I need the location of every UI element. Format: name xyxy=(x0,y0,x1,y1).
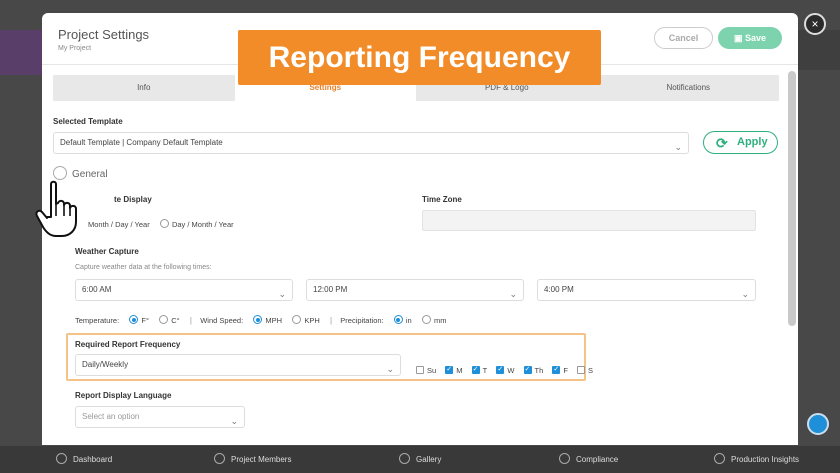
day-s-checkbox[interactable] xyxy=(577,366,586,374)
chevron-down-icon: ⌄ xyxy=(230,416,238,426)
save-button[interactable]: ▣ Save xyxy=(718,27,782,49)
weather-capture-label: Weather Capture xyxy=(75,247,139,256)
weather-time-1-value: 6:00 AM xyxy=(82,285,112,294)
temp-c-label: C° xyxy=(171,316,180,325)
report-language-label: Report Display Language xyxy=(75,391,172,400)
divider: | xyxy=(189,316,192,325)
background-panel-right xyxy=(798,30,840,70)
report-language-placeholder: Select an option xyxy=(82,412,140,421)
report-days: Su M T W Th F S xyxy=(416,365,600,375)
wind-mph-label: MPH xyxy=(265,316,283,325)
report-language-select[interactable]: Select an option ⌄ xyxy=(75,406,245,428)
day-th-checkbox[interactable] xyxy=(523,365,532,374)
day-m-checkbox[interactable] xyxy=(445,365,454,374)
report-frequency-select[interactable]: Daily/Weekly ⌄ xyxy=(75,354,401,376)
nav-gallery-label: Gallery xyxy=(416,455,442,464)
precip-mm-label: mm xyxy=(433,316,447,325)
units-row: Temperature: F° C° | Wind Speed: MPH KPH… xyxy=(75,315,454,325)
apply-button[interactable]: ⟳ Apply xyxy=(703,131,778,154)
modal-title: Project Settings xyxy=(58,27,150,42)
wind-mph-radio[interactable] xyxy=(253,315,263,324)
chevron-down-icon: ⌄ xyxy=(278,289,286,299)
nav-project-members[interactable]: Project Members xyxy=(214,446,291,473)
precip-in-radio[interactable] xyxy=(393,315,403,324)
nav-compliance[interactable]: Compliance xyxy=(559,446,618,473)
weather-time-2-value: 12:00 PM xyxy=(313,285,348,294)
background-panel xyxy=(0,30,42,75)
reporting-frequency-callout: Reporting Frequency xyxy=(238,30,601,85)
day-t-checkbox[interactable] xyxy=(471,365,480,374)
nav-compliance-label: Compliance xyxy=(576,455,619,464)
chevron-down-icon: ⌄ xyxy=(674,142,682,152)
weather-time-2-select[interactable]: 12:00 PM ⌄ xyxy=(306,279,524,301)
day-th-label: Th xyxy=(534,366,544,375)
gallery-icon xyxy=(399,453,410,464)
close-icon[interactable]: × xyxy=(804,13,826,35)
day-s-label: S xyxy=(588,366,594,375)
day-w-label: W xyxy=(507,366,515,375)
tab-info[interactable]: Info xyxy=(53,75,235,101)
weather-capture-hint: Capture weather data at the following ti… xyxy=(75,264,212,271)
nav-production-insights[interactable]: Production Insights xyxy=(714,446,799,473)
divider: | xyxy=(329,316,333,325)
nav-dashboard-label: Dashboard xyxy=(73,455,113,464)
chat-icon[interactable] xyxy=(807,413,829,435)
chevron-down-icon: ⌄ xyxy=(386,364,394,374)
day-f-checkbox[interactable] xyxy=(552,365,561,374)
date-option-mdy[interactable]: Month / Day / Year xyxy=(88,220,150,229)
precip-in-label: in xyxy=(405,316,412,325)
temp-c-radio[interactable] xyxy=(159,315,169,324)
general-section-title: General xyxy=(72,169,108,180)
day-f-label: F xyxy=(563,366,568,375)
cancel-button[interactable]: Cancel xyxy=(654,27,713,49)
day-t-label: T xyxy=(482,366,488,375)
nav-dashboard[interactable]: Dashboard xyxy=(56,446,112,473)
date-option-dmy-radio[interactable] xyxy=(159,219,169,228)
wind-speed-label: Wind Speed: xyxy=(200,316,244,325)
insights-icon xyxy=(714,453,725,464)
wind-kph-label: KPH xyxy=(304,316,320,325)
template-value: Default Template | Company Default Templ… xyxy=(60,138,223,147)
collapse-toggle-icon[interactable] xyxy=(53,166,67,180)
nav-gallery[interactable]: Gallery xyxy=(399,446,441,473)
time-zone-field[interactable] xyxy=(422,210,756,231)
day-m-label: M xyxy=(456,366,463,375)
apply-label: Apply xyxy=(737,136,768,148)
selected-template-label: Selected Template xyxy=(53,117,123,126)
tab-notifications[interactable]: Notifications xyxy=(598,75,780,101)
day-su-label: Su xyxy=(427,366,437,375)
date-option-dmy[interactable]: Day / Month / Year xyxy=(172,220,234,229)
chevron-down-icon: ⌄ xyxy=(741,289,749,299)
save-icon: ▣ xyxy=(733,33,745,43)
pointer-hand-icon xyxy=(35,180,77,237)
members-icon xyxy=(214,453,225,464)
template-select[interactable]: Default Template | Company Default Templ… xyxy=(53,132,689,154)
report-frequency-value: Daily/Weekly xyxy=(82,360,129,369)
time-zone-label: Time Zone xyxy=(422,195,462,204)
nav-production-insights-label: Production Insights xyxy=(731,455,800,464)
day-w-checkbox[interactable] xyxy=(496,365,505,374)
date-format-options: Month / Day / Year Day / Month / Year xyxy=(88,219,242,229)
weather-time-3-select[interactable]: 4:00 PM ⌄ xyxy=(537,279,756,301)
temp-f-label: F° xyxy=(141,316,150,325)
weather-time-3-value: 4:00 PM xyxy=(544,285,574,294)
refresh-icon: ⟳ xyxy=(716,135,728,151)
weather-time-1-select[interactable]: 6:00 AM ⌄ xyxy=(75,279,293,301)
save-label: Save xyxy=(744,33,767,43)
precipitation-label: Precipitation: xyxy=(340,316,384,325)
scrollbar-thumb[interactable] xyxy=(788,71,796,326)
temperature-label: Temperature: xyxy=(75,316,120,325)
nav-project-members-label: Project Members xyxy=(231,455,292,464)
modal-subtitle: My Project xyxy=(58,45,92,52)
chevron-down-icon: ⌄ xyxy=(509,289,517,299)
report-frequency-label: Required Report Frequency xyxy=(75,340,181,349)
dashboard-icon xyxy=(56,453,67,464)
date-display-label: te Display xyxy=(114,195,152,204)
temp-f-radio[interactable] xyxy=(129,315,139,324)
day-su-checkbox[interactable] xyxy=(416,366,424,374)
wind-kph-radio[interactable] xyxy=(292,315,302,324)
compliance-icon xyxy=(559,453,570,464)
bottom-nav: Dashboard Project Members Gallery Compli… xyxy=(0,446,840,473)
precip-mm-radio[interactable] xyxy=(421,315,431,324)
